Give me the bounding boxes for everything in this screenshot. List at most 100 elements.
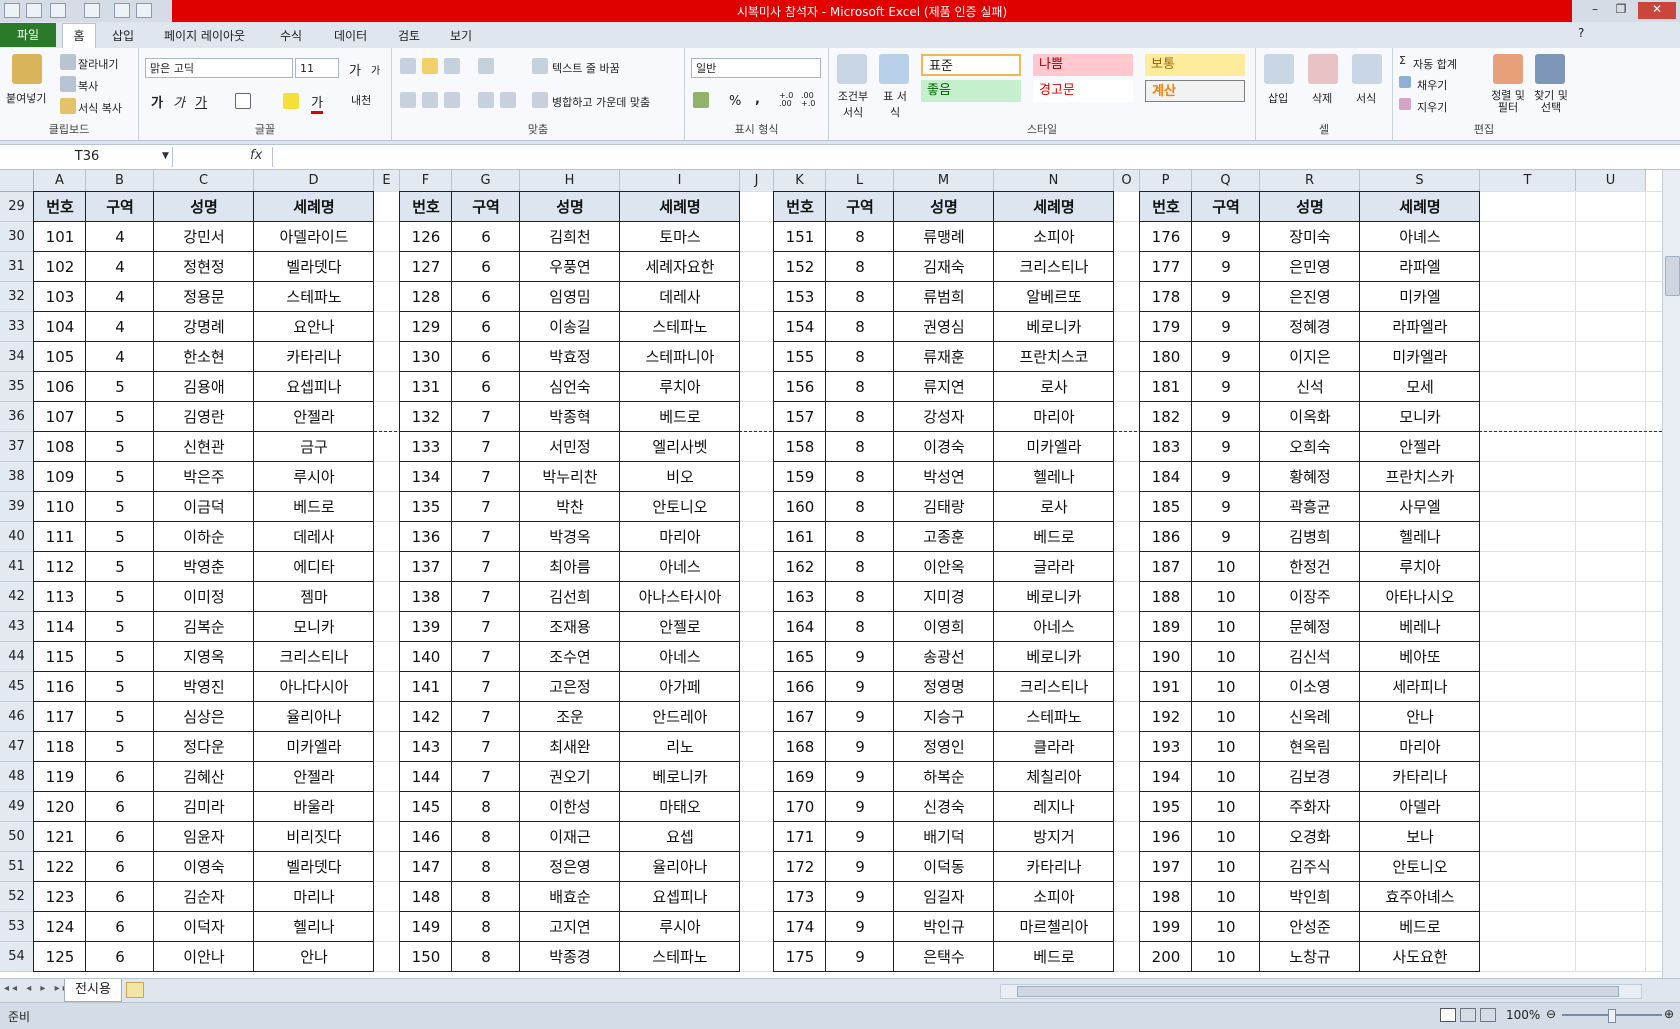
cell-name[interactable]: 이송길 [520, 312, 620, 342]
cell-number[interactable]: 113 [34, 582, 86, 612]
wrap-text-button[interactable]: 텍스트 줄 바꿈 [552, 60, 620, 76]
cell-name[interactable]: 정현정 [154, 252, 254, 282]
cell-name[interactable]: 김혜산 [154, 762, 254, 792]
cell-district[interactable]: 6 [452, 372, 520, 402]
print-icon[interactable] [136, 3, 152, 18]
cell-baptismal-name[interactable]: 카타리나 [994, 852, 1114, 882]
header-cell-district[interactable]: 구역 [1192, 192, 1260, 222]
cell-name[interactable]: 김용애 [154, 372, 254, 402]
cell-number[interactable]: 138 [400, 582, 452, 612]
orientation-icon[interactable] [478, 58, 494, 74]
cell-number[interactable]: 110 [34, 492, 86, 522]
cell-district[interactable]: 8 [826, 462, 894, 492]
cell-baptismal-name[interactable]: 체칠리아 [994, 762, 1114, 792]
cell-district[interactable]: 10 [1192, 762, 1260, 792]
column-header-R[interactable]: R [1260, 170, 1360, 192]
cell-baptismal-name[interactable]: 효주아녜스 [1360, 882, 1480, 912]
cell-district[interactable]: 8 [826, 282, 894, 312]
zoom-level[interactable]: 100% [1506, 1008, 1540, 1022]
cell-district[interactable]: 5 [86, 462, 154, 492]
row-header-42[interactable]: 42 [0, 582, 34, 612]
cell-baptismal-name[interactable]: 크리스티나 [254, 642, 374, 672]
cell-baptismal-name[interactable]: 베드로 [254, 492, 374, 522]
cell-baptismal-name[interactable]: 스테파노 [994, 702, 1114, 732]
cell-number[interactable]: 192 [1140, 702, 1192, 732]
cell-district[interactable]: 5 [86, 672, 154, 702]
column-header-Q[interactable]: Q [1192, 170, 1260, 192]
cell-name[interactable]: 임윤자 [154, 822, 254, 852]
column-header-F[interactable]: F [400, 170, 452, 192]
cell-baptismal-name[interactable]: 모니카 [254, 612, 374, 642]
format-cells-button[interactable]: 서식 [1356, 90, 1376, 106]
cell-baptismal-name[interactable]: 사도요한 [1360, 942, 1480, 972]
cell-district[interactable]: 9 [1192, 282, 1260, 312]
print-preview-icon[interactable] [114, 3, 130, 18]
cell-number[interactable]: 125 [34, 942, 86, 972]
page-break-view-icon[interactable] [1480, 1008, 1496, 1022]
cell-number[interactable]: 169 [774, 762, 826, 792]
decrease-indent-icon[interactable] [478, 92, 494, 108]
delete-cells-button[interactable]: 삭제 [1312, 90, 1332, 106]
cell-baptismal-name[interactable]: 요셉 [620, 822, 740, 852]
cell-district[interactable]: 7 [452, 522, 520, 552]
column-header-M[interactable]: M [894, 170, 994, 192]
column-header-L[interactable]: L [826, 170, 894, 192]
cell-number[interactable]: 177 [1140, 252, 1192, 282]
row-header-49[interactable]: 49 [0, 792, 34, 822]
row-header-36[interactable]: 36 [0, 402, 34, 432]
help-icon[interactable]: ? [1578, 26, 1584, 40]
vertical-scrollbar[interactable] [1662, 170, 1680, 978]
cell-name[interactable]: 류지연 [894, 372, 994, 402]
cell-name[interactable]: 김신석 [1260, 642, 1360, 672]
cell-baptismal-name[interactable]: 루시아 [620, 912, 740, 942]
zoom-slider[interactable] [1562, 1009, 1662, 1023]
cell-number[interactable]: 161 [774, 522, 826, 552]
cell-baptismal-name[interactable]: 안젤로 [620, 612, 740, 642]
cell-district[interactable]: 5 [86, 702, 154, 732]
cell-number[interactable]: 153 [774, 282, 826, 312]
cell-name[interactable]: 권영심 [894, 312, 994, 342]
cell-name[interactable]: 이경숙 [894, 432, 994, 462]
cell-number[interactable]: 123 [34, 882, 86, 912]
tab-home[interactable]: 홈 [62, 23, 96, 48]
clear-icon[interactable] [1399, 98, 1411, 110]
cell-district[interactable]: 9 [826, 882, 894, 912]
row-header-45[interactable]: 45 [0, 672, 34, 702]
cell-baptismal-name[interactable]: 바울라 [254, 792, 374, 822]
cell-number[interactable]: 191 [1140, 672, 1192, 702]
cell-district[interactable]: 5 [86, 552, 154, 582]
cell-number[interactable]: 154 [774, 312, 826, 342]
cell-number[interactable]: 103 [34, 282, 86, 312]
cell-number[interactable]: 106 [34, 372, 86, 402]
cell-baptismal-name[interactable]: 프란치스카 [1360, 462, 1480, 492]
cell-district[interactable]: 8 [826, 492, 894, 522]
cell-district[interactable]: 7 [452, 402, 520, 432]
cell-baptismal-name[interactable]: 에디타 [254, 552, 374, 582]
cell-name[interactable]: 이안옥 [894, 552, 994, 582]
row-header-48[interactable]: 48 [0, 762, 34, 792]
align-center-icon[interactable] [422, 92, 438, 108]
cell-number[interactable]: 129 [400, 312, 452, 342]
cell-baptismal-name[interactable]: 율리아나 [254, 702, 374, 732]
row-header-33[interactable]: 33 [0, 312, 34, 342]
cell-number[interactable]: 117 [34, 702, 86, 732]
cell-name[interactable]: 권오기 [520, 762, 620, 792]
column-header-T[interactable]: T [1480, 170, 1576, 192]
column-header-G[interactable]: G [452, 170, 520, 192]
cell-name[interactable]: 은택수 [894, 942, 994, 972]
cell-district[interactable]: 9 [826, 642, 894, 672]
cell-number[interactable]: 151 [774, 222, 826, 252]
row-header-54[interactable]: 54 [0, 942, 34, 972]
cell-baptismal-name[interactable]: 아녜스 [1360, 222, 1480, 252]
header-cell-district[interactable]: 구역 [86, 192, 154, 222]
fill-icon[interactable] [1399, 76, 1411, 88]
cell-number[interactable]: 176 [1140, 222, 1192, 252]
cell-name[interactable]: 은민영 [1260, 252, 1360, 282]
cell-baptismal-name[interactable]: 마리아 [620, 522, 740, 552]
cell-number[interactable]: 128 [400, 282, 452, 312]
cell-district[interactable]: 5 [86, 372, 154, 402]
cell-baptismal-name[interactable]: 알베르또 [994, 282, 1114, 312]
cell-baptismal-name[interactable]: 베로니카 [994, 582, 1114, 612]
cell-number[interactable]: 134 [400, 462, 452, 492]
cell-district[interactable]: 9 [826, 762, 894, 792]
